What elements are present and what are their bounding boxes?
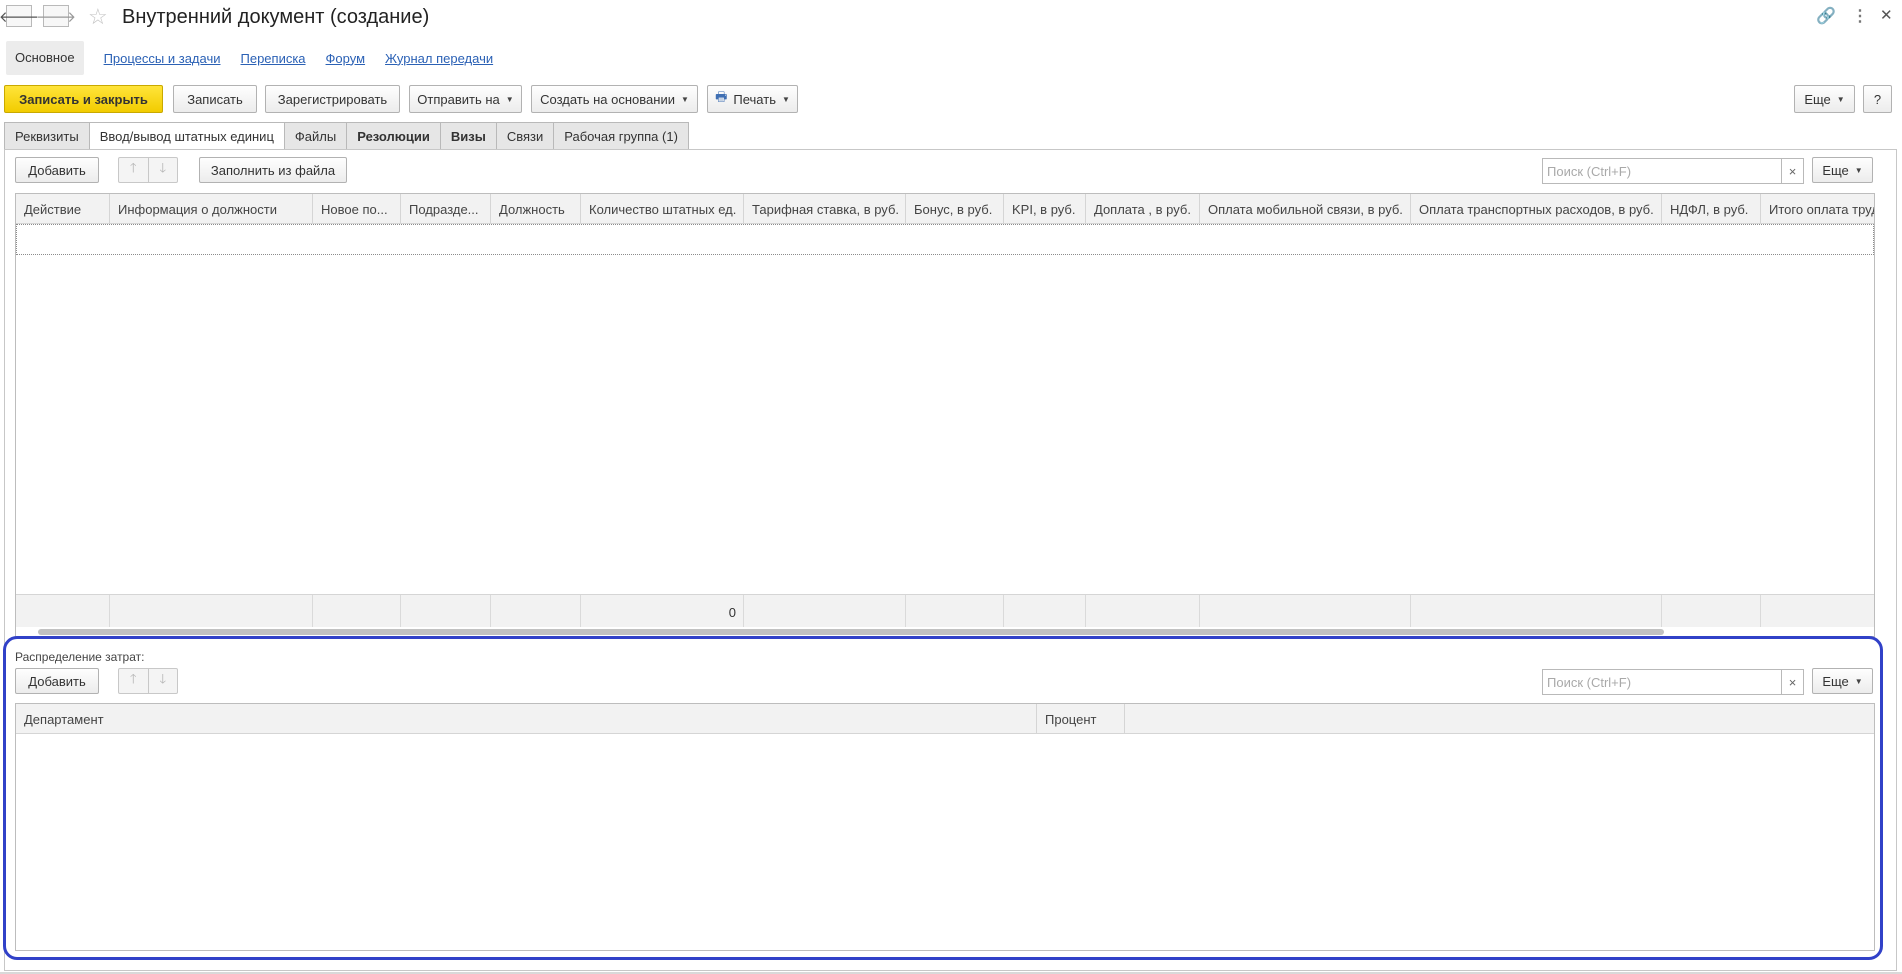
col-position-info[interactable]: Информация о должности <box>110 194 313 224</box>
dropdown-caret-icon: ▼ <box>1854 165 1863 175</box>
send-to-button[interactable]: Отправить на ▼ <box>409 85 522 113</box>
tab-resolutions[interactable]: Резолюции <box>346 122 440 150</box>
dropdown-caret-icon: ▼ <box>1836 94 1845 104</box>
dropdown-caret-icon: ▼ <box>781 94 790 104</box>
kebab-icon[interactable]: ⋮ <box>1852 6 1868 26</box>
move-down-icon[interactable]: 🡓 <box>149 158 178 182</box>
staff-units-table: Действие Информация о должности Новое по… <box>15 193 1875 637</box>
tab-work-group[interactable]: Рабочая группа (1) <box>553 122 689 150</box>
nav-forum[interactable]: Форум <box>326 51 366 66</box>
create-based-on-button[interactable]: Создать на основании ▼ <box>531 85 698 113</box>
col-bonus[interactable]: Бонус, в руб. <box>906 194 1004 224</box>
col-tariff-rate[interactable]: Тарифная ставка, в руб. <box>744 194 906 224</box>
col-kpi[interactable]: KPI, в руб. <box>1004 194 1086 224</box>
col-transport-payment[interactable]: Оплата транспортных расходов, в руб. <box>1411 194 1662 224</box>
window-title: Внутренний документ (создание) <box>122 6 430 28</box>
back-button[interactable]: 🡐 <box>0 5 39 27</box>
nav-transfer-log[interactable]: Журнал передачи <box>385 51 493 66</box>
print-button[interactable]: 🖶 Печать ▼ <box>707 85 798 113</box>
highlight-frame <box>3 636 1883 960</box>
save-button[interactable]: Записать <box>173 85 257 113</box>
col-position[interactable]: Должность <box>491 194 581 224</box>
more-button[interactable]: Еще ▼ <box>1794 85 1855 113</box>
star-icon[interactable]: ☆ <box>88 4 108 30</box>
link-icon[interactable]: 🔗 <box>1816 6 1836 26</box>
arrow-right-icon: 🡒 <box>35 8 77 26</box>
col-staff-count[interactable]: Количество штатных ед. <box>581 194 744 224</box>
units-more-button[interactable]: Еще ▼ <box>1812 157 1873 183</box>
col-department[interactable]: Подразде... <box>401 194 491 224</box>
units-search-clear-icon[interactable]: × <box>1782 158 1804 184</box>
save-and-close-button[interactable]: Записать и закрыть <box>4 85 163 113</box>
dropdown-caret-icon: ▼ <box>680 94 689 104</box>
col-personal-income-tax[interactable]: НДФЛ, в руб. <box>1662 194 1761 224</box>
tab-staff-units[interactable]: Ввод/вывод штатных единиц <box>88 122 284 150</box>
dropdown-caret-icon: ▼ <box>505 94 514 104</box>
col-mobile-payment[interactable]: Оплата мобильной связи, в руб. <box>1200 194 1411 224</box>
nav-main[interactable]: Основное <box>6 41 84 75</box>
col-surcharge[interactable]: Доплата , в руб. <box>1086 194 1200 224</box>
printer-icon: 🖶 <box>715 89 728 104</box>
footer-staff-count-total: 0 <box>581 595 744 629</box>
col-new-position[interactable]: Новое по... <box>313 194 401 224</box>
tab-files[interactable]: Файлы <box>283 122 347 150</box>
forward-button[interactable]: 🡒 <box>36 5 76 27</box>
table-header: Действие Информация о должности Новое по… <box>16 194 1874 224</box>
arrow-left-icon: 🡐 <box>0 8 40 26</box>
move-up-icon[interactable]: 🡑 <box>119 158 149 182</box>
tab-visas[interactable]: Визы <box>439 122 496 150</box>
table-row[interactable] <box>16 224 1874 255</box>
nav-processes[interactable]: Процессы и задачи <box>104 51 221 66</box>
scrollbar-thumb[interactable] <box>38 629 1664 635</box>
fill-from-file-button[interactable]: Заполнить из файла <box>199 157 347 183</box>
nav-correspondence[interactable]: Переписка <box>241 51 306 66</box>
top-navigation: Основное Процессы и задачи Переписка Фор… <box>6 41 493 75</box>
table-footer: 0 <box>16 594 1874 629</box>
help-button[interactable]: ? <box>1863 85 1892 113</box>
tab-bar: Реквизиты Ввод/вывод штатных единиц Файл… <box>4 122 689 150</box>
register-button[interactable]: Зарегистрировать <box>265 85 400 113</box>
tab-requisites[interactable]: Реквизиты <box>4 122 89 150</box>
tab-links[interactable]: Связи <box>495 122 554 150</box>
units-search-input[interactable]: Поиск (Ctrl+F) <box>1542 158 1782 184</box>
col-action[interactable]: Действие <box>16 194 110 224</box>
col-total-payment[interactable]: Итого оплата труда <box>1761 194 1874 224</box>
add-unit-button[interactable]: Добавить <box>15 157 99 183</box>
move-buttons: 🡑 🡓 <box>118 157 178 183</box>
close-icon[interactable]: ✕ <box>1880 6 1893 24</box>
